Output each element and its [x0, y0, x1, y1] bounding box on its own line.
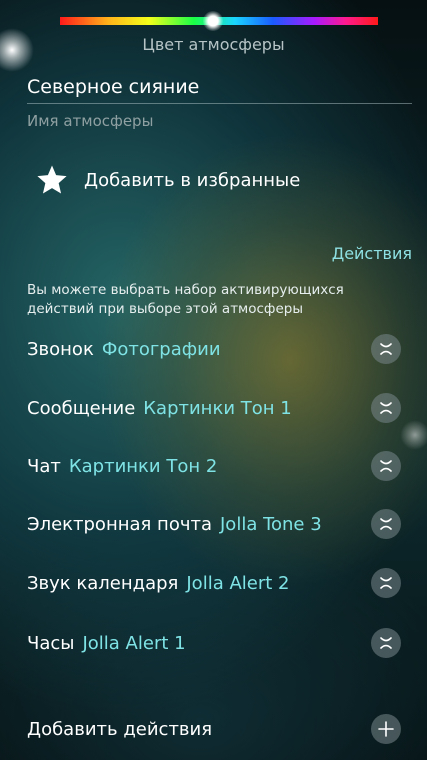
name-input-underline — [27, 103, 412, 104]
close-icon — [380, 577, 392, 589]
action-row-message[interactable]: Сообщение Картинки Тон 1 — [27, 388, 401, 428]
close-icon — [380, 343, 392, 355]
action-row-calendar[interactable]: Звук календаря Jolla Alert 2 — [27, 563, 401, 603]
star-icon — [37, 165, 67, 194]
action-row-chat[interactable]: Чат Картинки Тон 2 — [27, 446, 401, 486]
action-label: Сообщение — [27, 397, 136, 419]
clear-action-button[interactable] — [371, 628, 401, 658]
action-row-clock[interactable]: Часы Jolla Alert 1 — [27, 623, 401, 663]
action-row-email[interactable]: Электронная почта Jolla Tone 3 — [27, 504, 401, 544]
ambience-name-input[interactable]: Северное сияние — [27, 76, 199, 98]
action-value: Jolla Tone 3 — [220, 513, 322, 535]
close-icon — [380, 518, 392, 530]
action-value: Jolla Alert 1 — [82, 632, 186, 654]
action-value: Картинки Тон 2 — [68, 455, 218, 477]
action-label: Чат — [27, 455, 61, 477]
close-icon — [380, 460, 392, 472]
action-value: Jolla Alert 2 — [186, 572, 290, 594]
close-icon — [380, 402, 392, 414]
actions-description: Вы можете выбрать набор активирующихся д… — [27, 282, 344, 317]
clear-action-button[interactable] — [371, 334, 401, 364]
color-slider-handle[interactable] — [202, 11, 223, 31]
close-icon — [380, 637, 392, 649]
clear-action-button[interactable] — [371, 568, 401, 598]
clear-action-button[interactable] — [371, 451, 401, 481]
action-label: Звук календаря — [27, 572, 179, 594]
action-value: Картинки Тон 1 — [143, 397, 292, 419]
add-to-favorites-button[interactable]: Добавить в избранные — [35, 163, 300, 197]
glow-decoration — [400, 420, 427, 450]
clear-action-button[interactable] — [371, 393, 401, 423]
action-label: Электронная почта — [27, 513, 212, 535]
action-label: Звонок — [27, 338, 94, 360]
action-row-ringtone[interactable]: Звонок Фотографии — [27, 329, 401, 369]
action-label: Часы — [27, 632, 75, 654]
add-actions-label: Добавить действия — [27, 718, 213, 740]
action-value: Фотографии — [101, 338, 221, 360]
add-actions-button[interactable] — [371, 714, 401, 744]
ambience-name-label: Имя атмосферы — [27, 112, 154, 130]
actions-section-header: Действия — [331, 244, 412, 263]
color-slider-label: Цвет атмосферы — [142, 35, 285, 54]
add-actions-row[interactable]: Добавить действия — [27, 709, 401, 749]
clear-action-button[interactable] — [371, 509, 401, 539]
add-to-favorites-label: Добавить в избранные — [84, 169, 301, 191]
plus-icon — [378, 721, 394, 737]
